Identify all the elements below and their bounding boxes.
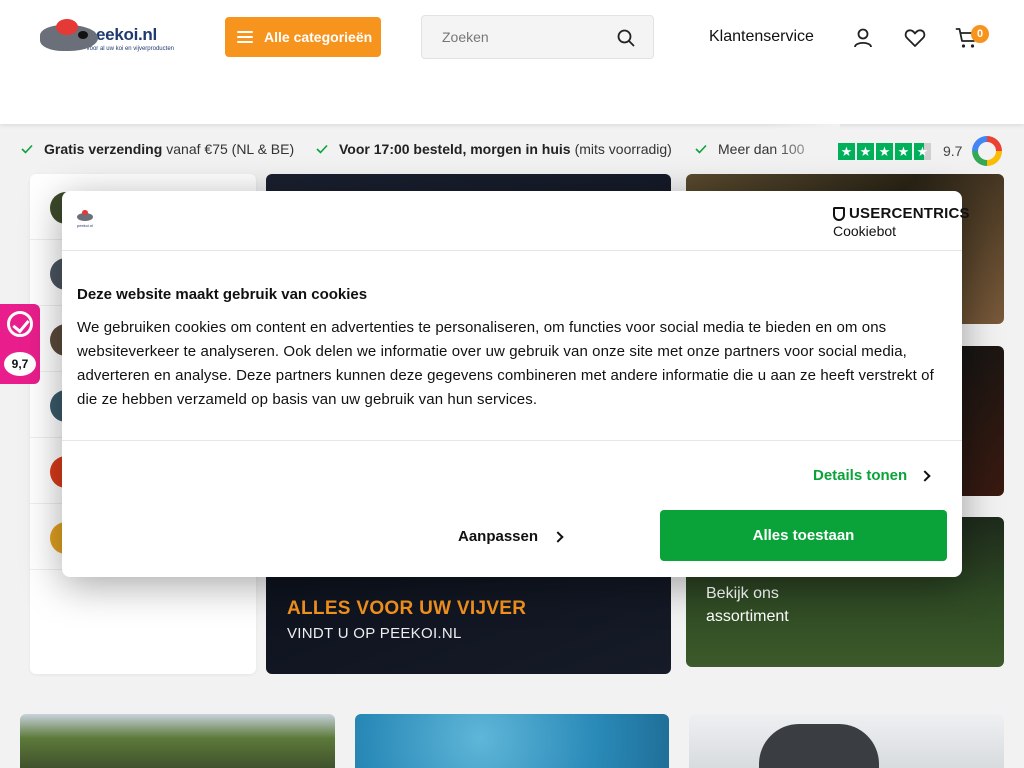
tile-cta-line2: assortiment [706, 608, 789, 625]
usercentrics-logo[interactable]: USERCENTRICS Cookiebot [833, 205, 970, 239]
star-icon: ★ [876, 142, 893, 160]
menu-icon [237, 31, 253, 43]
customer-service-link[interactable]: Klantenservice [709, 28, 814, 46]
cart-count-badge: 0 [971, 25, 989, 43]
search-icon[interactable] [617, 29, 635, 47]
chevron-right-icon [552, 530, 564, 543]
cookie-dialog-title: Deze website maakt gebruik van cookies [77, 286, 368, 303]
usp-item: Voor 17:00 besteld, morgen in huis (mits … [316, 141, 672, 157]
checkmark-icon [7, 311, 33, 337]
logo-tagline: Voor al uw koi en vijverproducten [85, 45, 174, 52]
usp-item: Gratis verzending vanaf €75 (NL & BE) [21, 141, 294, 157]
star-icon: ★ [895, 142, 912, 160]
allow-all-button[interactable]: Alles toestaan [660, 510, 947, 561]
wishlist-heart-icon[interactable] [903, 26, 927, 50]
google-logo-icon [972, 136, 1003, 166]
show-details-link[interactable]: Details tonen [813, 467, 931, 484]
review-rating[interactable]: ★ ★ ★ ★ ★ 9.7 [838, 136, 1003, 166]
search-input[interactable] [422, 16, 612, 58]
divider [62, 440, 962, 441]
koi-logo-icon [38, 17, 98, 59]
category-card[interactable] [355, 714, 669, 768]
chevron-right-icon [919, 469, 931, 482]
cookie-dialog-body: We gebruiken cookies om content en adver… [77, 319, 934, 408]
cookie-dialog-header: peekoi.nl USERCENTRICS Cookiebot [62, 191, 970, 251]
check-icon [316, 144, 328, 154]
star-icon: ★ [857, 142, 874, 160]
site-logo[interactable]: peekoi.nl Voor al uw koi en vijverproduc… [38, 16, 174, 60]
customize-button[interactable]: Aanpassen [458, 528, 564, 545]
star-icon: ★ [838, 142, 855, 160]
search-box [421, 15, 654, 59]
rating-score: 9.7 [943, 143, 963, 159]
category-card[interactable] [689, 714, 1004, 768]
review-widget-badge[interactable]: 9,7 [0, 304, 40, 384]
account-icon[interactable] [851, 26, 875, 50]
all-categories-label: Alle categorieën [264, 29, 373, 45]
check-icon [21, 144, 33, 154]
logo-name: peekoi.nl [85, 24, 157, 44]
shield-icon [833, 206, 845, 221]
all-categories-button[interactable]: Alle categorieën [225, 17, 381, 57]
site-header: peekoi.nl Voor al uw koi en vijverproduc… [0, 0, 1024, 124]
hero-subtitle: VINDT U OP PEEKOI.NL [287, 625, 462, 642]
review-score: 9,7 [4, 352, 36, 376]
star-half-icon: ★ [914, 142, 931, 160]
hero-title: ALLES VOOR UW VIJVER [287, 598, 527, 619]
tile-cta-line1: Bekijk ons [706, 585, 779, 602]
check-icon [695, 144, 707, 154]
category-card[interactable] [20, 714, 335, 768]
site-mini-logo: peekoi.nl [77, 210, 101, 230]
cookie-consent-dialog: peekoi.nl USERCENTRICS Cookiebot Deze we… [62, 191, 970, 577]
